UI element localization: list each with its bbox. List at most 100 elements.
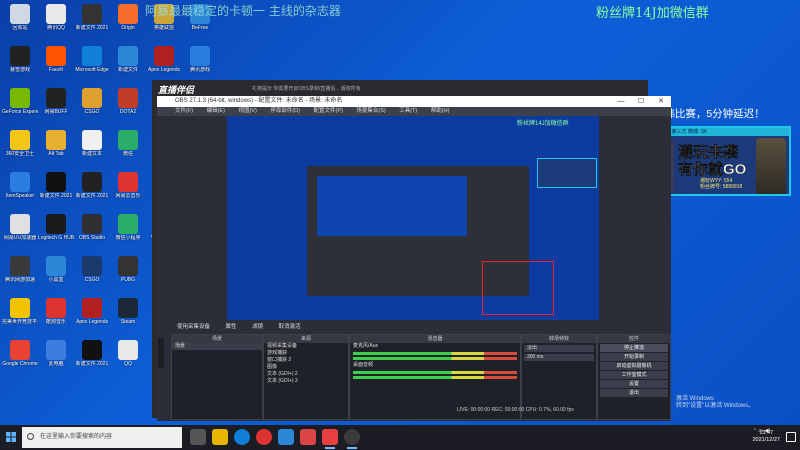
desktop-icon[interactable]: 完美世界竞技平台 — [2, 296, 38, 336]
desktop-icon[interactable]: CSGO — [74, 254, 110, 294]
desktop-icon[interactable]: 微信小程序 — [110, 212, 146, 252]
studio-mode-button[interactable]: 工作室模式 — [600, 371, 668, 379]
source-item[interactable]: 视频采集设备 — [264, 343, 348, 350]
desktop-icon[interactable]: 腾讯QQ — [38, 2, 74, 42]
desktop-icon-label: 新建文件 2021 — [39, 193, 73, 199]
menu-view[interactable]: 视图(V) — [238, 108, 256, 114]
desktop-icon[interactable]: 腾讯网游加速 — [2, 254, 38, 294]
desktop-icon[interactable]: Logitech G HUB — [38, 212, 74, 252]
desktop-icon[interactable]: CSGO — [74, 86, 110, 126]
obs-titlebar[interactable]: OBS 27.1.3 (64-bit, windows) - 配置文件: 未命名… — [157, 96, 671, 107]
qq-icon[interactable] — [278, 429, 294, 445]
app-icon — [10, 298, 30, 318]
desktop-icon[interactable]: OBS Studio — [74, 212, 110, 252]
task-view-icon[interactable] — [190, 429, 206, 445]
mixer-volume-meter[interactable] — [353, 376, 517, 379]
desktop-icon[interactable]: 腾讯游戏 — [182, 44, 218, 84]
settings-button[interactable]: 设置 — [600, 380, 668, 388]
desktop-icon[interactable]: 新建文件 2021 — [74, 170, 110, 210]
desktop-icon[interactable]: 小黑盒 — [38, 254, 74, 294]
obs-icon[interactable] — [344, 429, 360, 449]
desktop-icon[interactable]: Microsoft Edge — [74, 44, 110, 84]
mixer-volume-meter[interactable] — [353, 352, 517, 355]
desktop-icon[interactable]: 360安全卫士 — [2, 128, 38, 168]
filters-button[interactable]: 滤镜 — [252, 324, 263, 330]
close-icon[interactable]: ✕ — [651, 96, 671, 107]
taskbar-search-box[interactable]: 在这里输入你要搜索的内容 — [22, 427, 182, 448]
desktop-icon-label: QQ — [124, 361, 132, 367]
obs-preview-canvas[interactable]: 粉丝牌14J加微信群 — [227, 116, 599, 320]
streamer-helper-titlebar[interactable]: 直播伴侣 礼物提示 你需要开启OBS录制/直播后... 版权所有 — [152, 80, 648, 96]
desktop-icon[interactable]: Origin — [110, 2, 146, 42]
desktop-icon[interactable]: Google Chrome — [2, 338, 38, 378]
source-item[interactable]: 文本 (GDI+) 3 — [264, 378, 348, 385]
desktop-icon[interactable]: 新建文本 — [74, 128, 110, 168]
desktop-icon[interactable]: 网易BUFF — [38, 86, 74, 126]
desktop-icon[interactable]: GeForce Experience — [2, 86, 38, 126]
obs-window-title: OBS 27.1.3 (64-bit, windows) - 配置文件: 未命名… — [175, 98, 343, 104]
menu-profile[interactable]: 配置文件(P) — [313, 108, 342, 114]
app-icon — [82, 46, 102, 66]
desktop-icon[interactable]: 微信 — [110, 128, 146, 168]
source-item[interactable]: 游戏捕获 — [264, 350, 348, 357]
file-explorer-icon[interactable] — [212, 429, 228, 445]
menu-help[interactable]: 帮助(H) — [431, 108, 450, 114]
app-icon — [82, 172, 102, 192]
chrome-icon[interactable] — [322, 429, 338, 449]
netease-music-icon[interactable] — [256, 429, 272, 445]
mixer-volume-meter[interactable] — [353, 371, 517, 374]
app-icon — [10, 4, 30, 24]
start-recording-button[interactable]: 开始录制 — [600, 353, 668, 361]
source-item[interactable]: 窗口捕获 2 — [264, 357, 348, 364]
exit-button[interactable]: 退出 — [600, 389, 668, 397]
desktop-icon[interactable]: DOTA2 — [110, 86, 146, 126]
desktop-icon[interactable]: 暴雪游戏 — [2, 44, 38, 84]
deactivate-button[interactable]: 取消激活 — [279, 324, 301, 330]
mixer-volume-meter[interactable] — [353, 357, 517, 360]
desktop-icon[interactable]: QQ — [110, 338, 146, 378]
desktop-icon[interactable]: 网易UU加速器 — [2, 212, 38, 252]
desktop-icon[interactable]: 新建文件 — [110, 44, 146, 84]
desktop-icon[interactable]: 新建文件 2021 — [38, 170, 74, 210]
edge-icon[interactable] — [234, 429, 250, 445]
desktop-icon[interactable]: PUBG — [110, 254, 146, 294]
menu-edit[interactable]: 编辑(E) — [207, 108, 225, 114]
menu-tools[interactable]: 工具(T) — [399, 108, 417, 114]
menu-scene-collection[interactable]: 场景集合(S) — [356, 108, 385, 114]
desktop-icon[interactable]: ItemSpeaker — [2, 170, 38, 210]
scene-item[interactable]: 场景 — [172, 343, 262, 350]
transition-duration-field[interactable]: 300 ms — [524, 354, 594, 361]
start-virtual-camera-button[interactable]: 启动虚拟摄像机 — [600, 362, 668, 370]
source-toolbar-current: 使用采集设备 — [177, 324, 211, 330]
notification-center-icon[interactable] — [786, 432, 796, 442]
desktop-icon[interactable]: Alt Tab — [38, 128, 74, 168]
streamer-helper-icon[interactable] — [300, 429, 316, 445]
start-button[interactable] — [0, 425, 22, 450]
desktop-icon-label: 此电脑 — [48, 361, 64, 367]
soldier-character-image — [756, 138, 786, 194]
source-item[interactable]: 文本 (GDI+) 2 — [264, 371, 348, 378]
obs-window[interactable]: OBS 27.1.3 (64-bit, windows) - 配置文件: 未命名… — [157, 96, 671, 421]
preview-fan-badge: 粉丝牌14J加微信群 — [517, 121, 569, 127]
maximize-icon[interactable]: ☐ — [631, 96, 651, 107]
minimize-icon[interactable]: — — [611, 96, 631, 107]
properties-button[interactable]: 属性 — [226, 324, 237, 330]
stop-streaming-button[interactable]: 停止推流 — [600, 344, 668, 352]
desktop-icon[interactable]: FaceIt — [38, 44, 74, 84]
taskbar-clock[interactable]: 13:47 2021/12/27 — [752, 430, 780, 444]
desktop-icon[interactable]: 新建文件 2021 — [74, 338, 110, 378]
app-icon — [118, 4, 138, 24]
desktop-icon[interactable]: Steam — [110, 296, 146, 336]
desktop-icon[interactable]: 此电脑 — [38, 338, 74, 378]
desktop-icon[interactable]: Apex Legends — [74, 296, 110, 336]
desktop-icon[interactable]: 新建文件 2021 — [74, 2, 110, 42]
menu-file[interactable]: 文件(F) — [175, 108, 193, 114]
source-item[interactable]: 图像 — [264, 364, 348, 371]
desktop-icon[interactable]: Apex Legends — [146, 44, 182, 84]
desktop-icon[interactable]: 回收站 — [2, 2, 38, 42]
preview-selection-box[interactable] — [482, 261, 554, 315]
desktop-icon[interactable]: 酷狗音乐 — [38, 296, 74, 336]
menu-docks[interactable]: 停靠部件(D) — [270, 108, 300, 114]
desktop-icon[interactable]: 网易云音乐 — [110, 170, 146, 210]
transition-select[interactable]: 淡出 — [524, 345, 594, 352]
